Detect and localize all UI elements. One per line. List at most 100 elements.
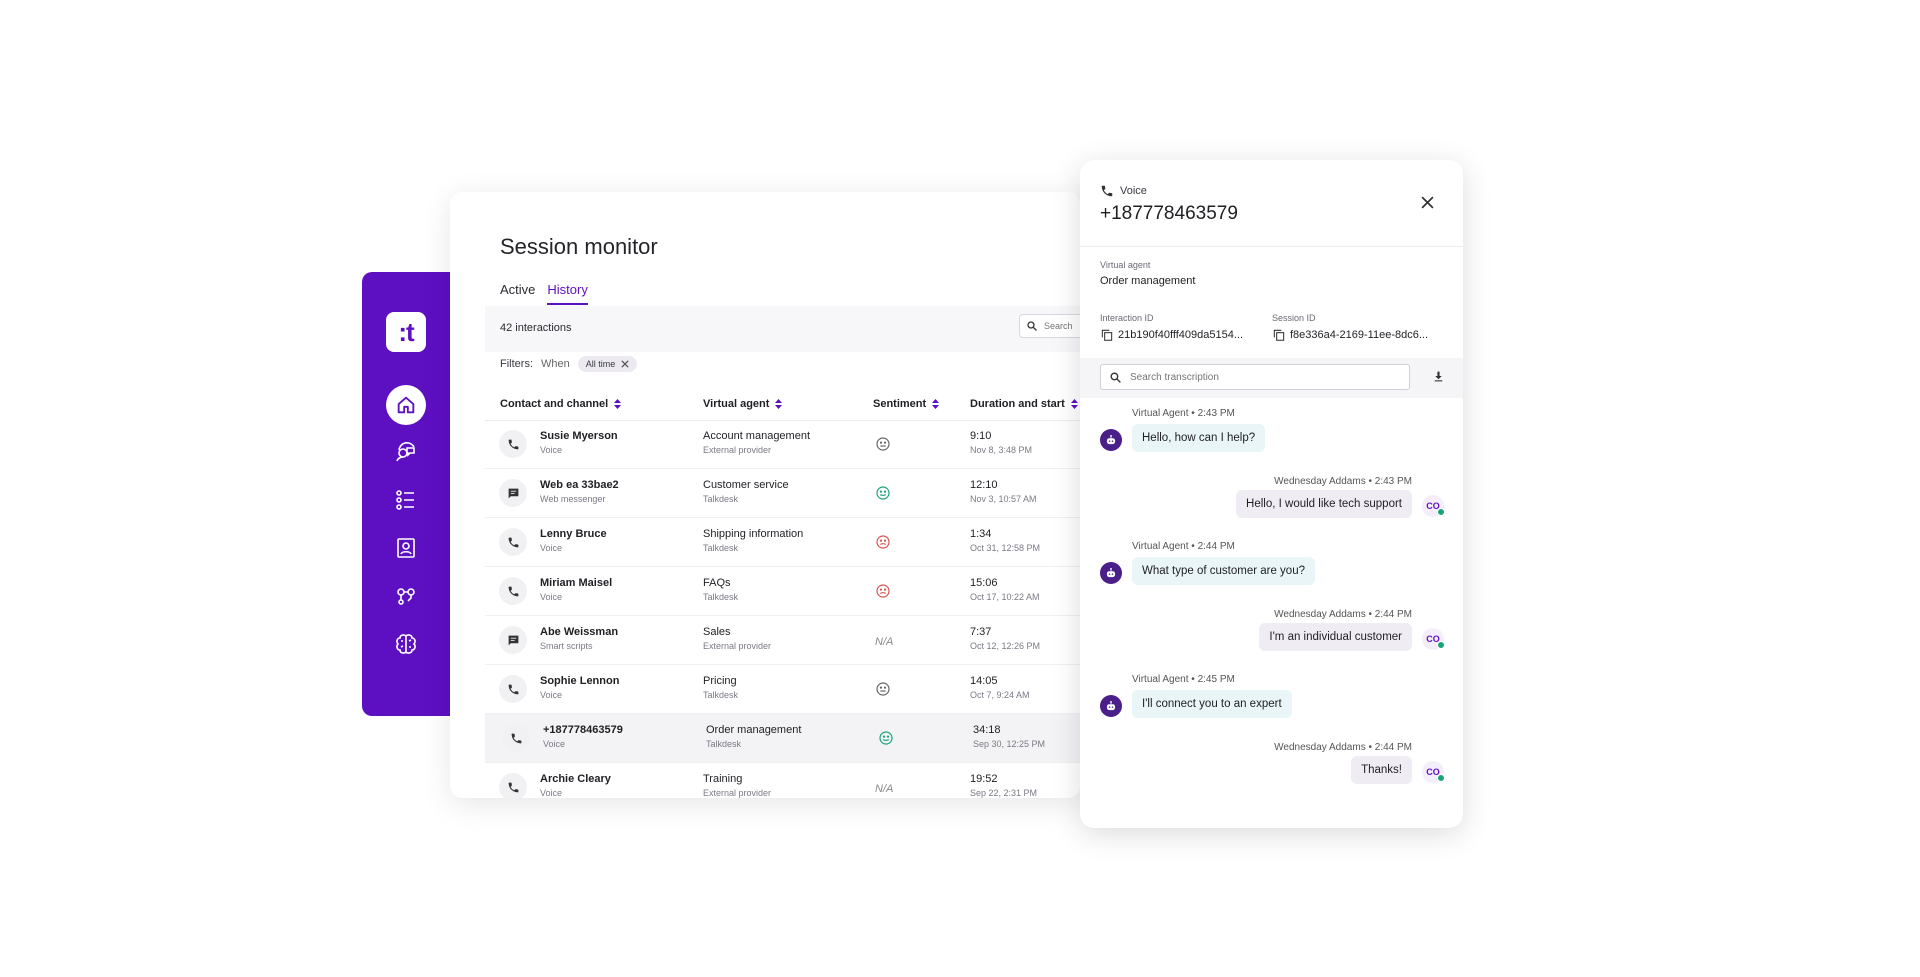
tab-active[interactable]: Active: [500, 282, 535, 305]
duration-value: 9:10: [970, 430, 992, 442]
duration-cell: 12:10 Nov 3, 10:57 AM: [970, 479, 1037, 504]
contact-name: Miriam Maisel: [540, 577, 613, 589]
contact-cell: Lenny Bruce Voice: [540, 528, 607, 553]
filter-chip-all-time[interactable]: All time: [577, 356, 638, 372]
channel-badge: [499, 626, 527, 654]
transcription-search[interactable]: [1100, 364, 1410, 390]
search-input[interactable]: [1042, 320, 1080, 332]
start-value: Nov 3, 10:57 AM: [970, 494, 1037, 504]
search-box[interactable]: [1019, 314, 1080, 338]
column-label: Duration and start: [970, 398, 1065, 410]
nav-agent-support[interactable]: [386, 432, 426, 472]
agent-provider: External provider: [703, 788, 772, 798]
table-row[interactable]: Sophie Lennon Voice Pricing Talkdesk 14:05 Oc…: [485, 665, 1080, 714]
close-panel-button[interactable]: [1417, 192, 1437, 212]
message-meta: Virtual Agent • 2:45 PM: [1132, 674, 1235, 685]
contact-channel: Voice: [543, 739, 566, 749]
sentiment-cell: [875, 436, 891, 452]
contact-cell: Archie Cleary Voice: [540, 773, 611, 798]
duration-value: 14:05: [970, 675, 998, 687]
contact-name: Web ea 33bae2: [540, 479, 619, 491]
column-contact[interactable]: Contact and channel: [500, 398, 622, 410]
filter-chip-label: All time: [585, 359, 616, 369]
column-label: Sentiment: [873, 398, 927, 410]
sentiment-na: N/A: [875, 636, 894, 648]
online-status-dot: [1437, 641, 1445, 649]
copy-icon[interactable]: [1100, 328, 1114, 342]
nav-ai[interactable]: [386, 624, 426, 664]
brain-icon: [396, 634, 416, 654]
agent-cell: Order management Talkdesk: [706, 724, 801, 749]
user-message: Thanks!: [1351, 756, 1412, 784]
session-id-value: f8e336a4-2169-11ee-8dc6...: [1290, 329, 1429, 341]
contact-cell: Web ea 33bae2 Web messenger: [540, 479, 619, 504]
table-row[interactable]: Archie Cleary Voice Training External provi…: [485, 763, 1080, 798]
copy-icon[interactable]: [1272, 328, 1286, 342]
sort-icon: [932, 399, 940, 409]
channel-badge: [499, 675, 527, 703]
message-meta: Virtual Agent • 2:43 PM: [1132, 408, 1235, 419]
agent-provider: Talkdesk: [706, 739, 742, 749]
contact-cell: +187778463579 Voice: [543, 724, 623, 749]
neutral-sentiment-icon: [876, 682, 890, 696]
positive-sentiment-icon: [876, 486, 890, 500]
session-id: f8e336a4-2169-11ee-8dc6...: [1272, 328, 1428, 342]
download-button[interactable]: [1432, 370, 1445, 383]
phone-icon: [1101, 185, 1113, 197]
close-icon: [1420, 195, 1434, 209]
contact-name: Lenny Bruce: [540, 528, 607, 540]
agent-name: Sales: [703, 626, 731, 638]
bot-icon: [1106, 434, 1116, 445]
avatar: CO: [1422, 628, 1445, 650]
neutral-sentiment-icon: [876, 437, 890, 451]
virtual-agent-value: Order management: [1100, 275, 1196, 287]
contact-cell: Miriam Maisel Voice: [540, 577, 612, 602]
agent-cell: Account management External provider: [703, 430, 810, 455]
duration-cell: 9:10 Nov 8, 3:48 PM: [970, 430, 1032, 455]
filters-bar: Filters: When All time: [500, 356, 638, 372]
table-row[interactable]: Abe Weissman Smart scripts Sales External p…: [485, 616, 1080, 665]
phone-icon: [508, 684, 518, 694]
contact-cell: Abe Weissman Smart scripts: [540, 626, 618, 651]
contact-channel: Voice: [540, 788, 563, 798]
phone-icon: [508, 782, 518, 792]
table-row[interactable]: Susie Myerson Voice Account management Exte…: [485, 420, 1080, 469]
when-label: When: [541, 358, 570, 370]
sentiment-cell: N/A: [875, 632, 893, 650]
duration-value: 15:06: [970, 577, 998, 589]
table-row[interactable]: Web ea 33bae2 Web messenger Customer servi…: [485, 469, 1080, 518]
nav-home[interactable]: [386, 385, 426, 425]
search-icon: [1110, 371, 1121, 383]
sidebar: :t: [362, 272, 462, 716]
column-duration[interactable]: Duration and start: [970, 398, 1078, 410]
phone-icon: [508, 439, 518, 449]
start-value: Oct 17, 10:22 AM: [970, 592, 1040, 602]
table-row[interactable]: +187778463579 Voice Order management Talkde…: [485, 714, 1080, 763]
interaction-id-value: 21b190f40fff409da5154...: [1118, 329, 1243, 341]
avatar: CO: [1422, 495, 1445, 517]
session-id-label: Session ID: [1272, 313, 1316, 323]
panel-channel: Voice: [1100, 184, 1147, 198]
close-icon[interactable]: [621, 360, 629, 368]
message-meta: Wednesday Addams • 2:44 PM: [1274, 609, 1412, 620]
transcription-search-input[interactable]: [1128, 370, 1392, 384]
channel-badge: [499, 577, 527, 605]
online-status-dot: [1437, 774, 1445, 782]
nav-contacts[interactable]: [386, 528, 426, 568]
nav-flows[interactable]: [386, 576, 426, 616]
agent-cell: FAQs Talkdesk: [703, 577, 738, 602]
column-virtual-agent[interactable]: Virtual agent: [703, 398, 783, 410]
table-row[interactable]: Miriam Maisel Voice FAQs Talkdesk 15:06 Oct 1…: [485, 567, 1080, 616]
sort-icon: [775, 399, 783, 409]
divider: [1080, 246, 1463, 247]
contact-name: Susie Myerson: [540, 430, 618, 442]
contact-cell: Sophie Lennon Voice: [540, 675, 619, 700]
nav-list[interactable]: [386, 480, 426, 520]
talkdesk-logo[interactable]: :t: [386, 312, 426, 352]
column-sentiment[interactable]: Sentiment: [873, 398, 940, 410]
start-value: Oct 7, 9:24 AM: [970, 690, 1030, 700]
tab-history[interactable]: History: [547, 282, 588, 305]
sentiment-cell: [875, 534, 891, 550]
table-row[interactable]: Lenny Bruce Voice Shipping information Talk…: [485, 518, 1080, 567]
session-monitor-window: Session monitor Active History 42 intera…: [450, 192, 1080, 798]
